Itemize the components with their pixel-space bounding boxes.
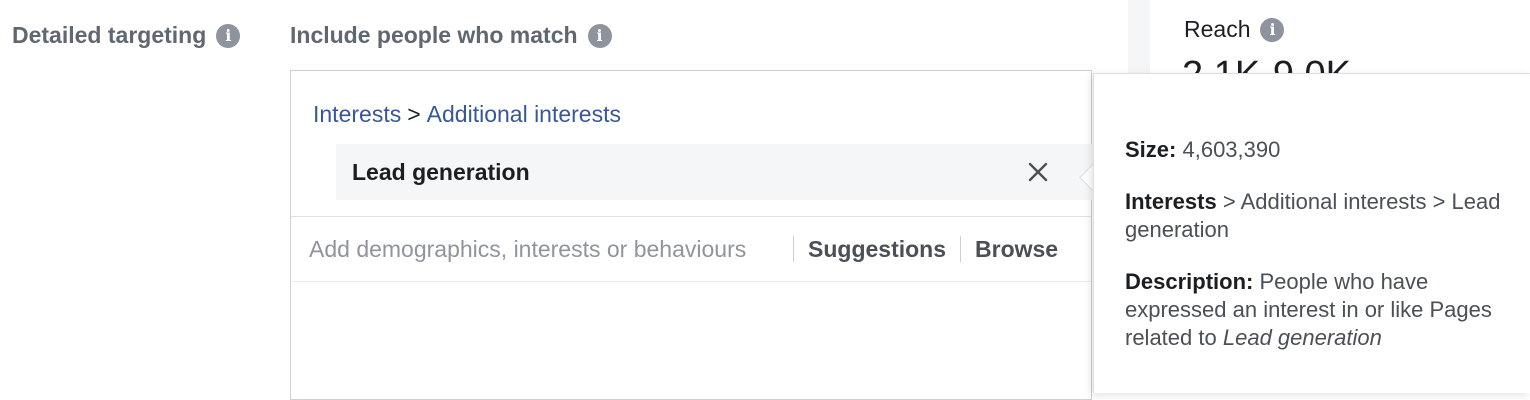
reach-label: Reach i [1184,16,1285,43]
targeting-search-input[interactable] [291,229,779,269]
breadcrumb-separator: > [407,101,421,127]
detailed-targeting-box: Interests > Additional interests Lead gene… [290,70,1096,400]
path-interests: Interests [1125,189,1217,214]
tooltip-description: Description: People who have expressed a… [1125,268,1515,352]
tooltip-body: Size: 4,603,390 Interests > Additional i… [1125,136,1515,376]
selected-interest-chip: Lead generation [336,144,1096,200]
divider [960,236,962,262]
reach-label-text: Reach [1184,16,1251,42]
detailed-targeting-text: Detailed targeting [12,22,207,48]
size-value: 4,603,390 [1182,137,1281,162]
detailed-targeting-label: Detailed targeting i [12,22,241,49]
tooltip-size: Size: 4,603,390 [1125,136,1515,164]
divider [793,236,794,262]
size-label: Size: [1125,137,1177,162]
tooltip-path: Interests > Additional interests > Lead … [1125,188,1515,244]
selected-interest-label: Lead generation [352,158,530,185]
interest-info-tooltip: Size: 4,603,390 Interests > Additional i… [1093,73,1530,393]
breadcrumb: Interests > Additional interests [313,101,621,128]
info-icon[interactable]: i [587,23,612,48]
description-subject: Lead generation [1222,325,1382,350]
suggestions-button[interactable]: Suggestions [808,236,946,263]
breadcrumb-additional-link[interactable]: Additional interests [427,101,621,127]
include-people-text: Include people who match [290,22,578,48]
browse-button[interactable]: Browse [975,236,1058,263]
include-people-label: Include people who match i [290,22,612,49]
description-label: Description: [1125,269,1254,294]
info-icon[interactable]: i [216,23,241,48]
close-icon[interactable] [1024,158,1052,186]
divider [291,281,1091,282]
search-row: Suggestions Browse [291,217,1091,281]
info-icon[interactable]: i [1260,17,1285,42]
breadcrumb-interests-link[interactable]: Interests [313,101,401,127]
